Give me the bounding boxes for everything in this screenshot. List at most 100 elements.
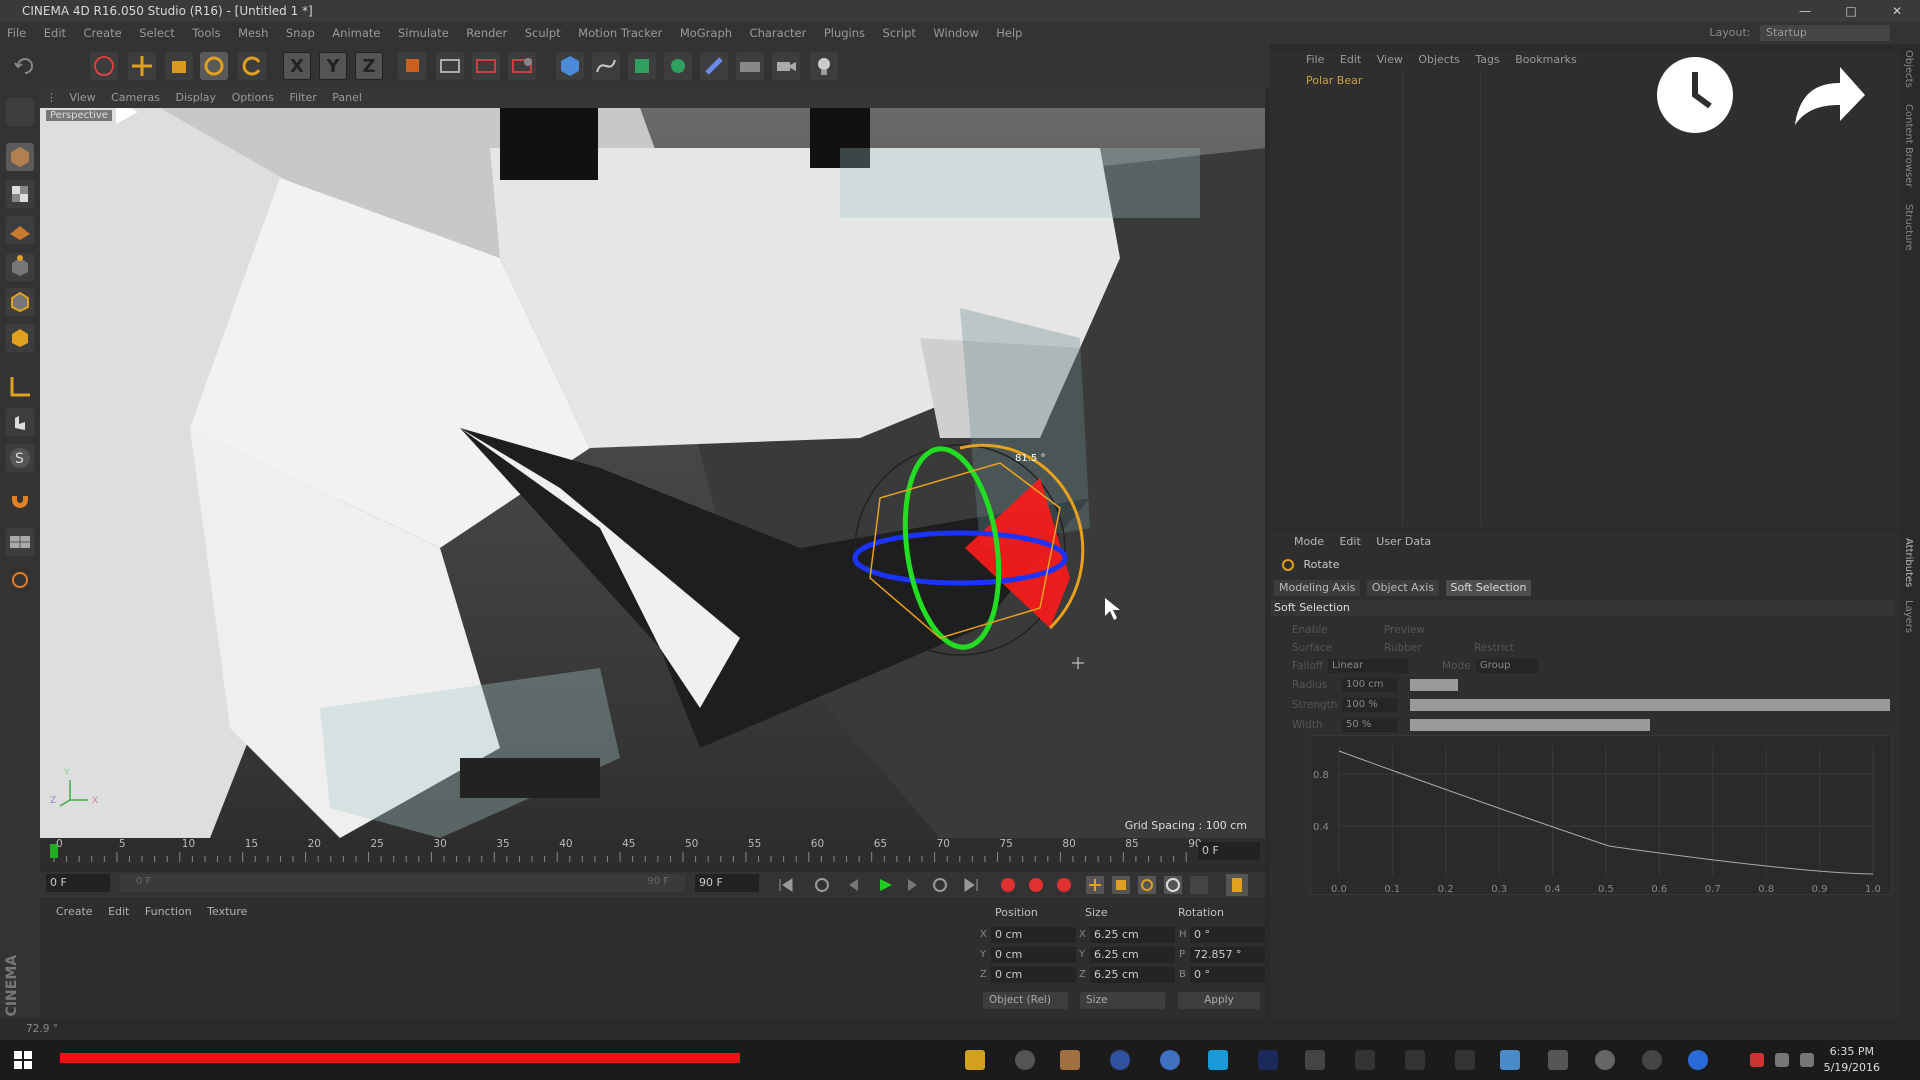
object-menu-file[interactable]: File [1300,50,1330,70]
snapping-icon[interactable]: S [6,444,34,472]
mode-dropdown[interactable]: Group [1476,659,1538,673]
cube-object-icon[interactable] [556,52,584,80]
object-menu-bookmarks[interactable]: Bookmarks [1509,50,1582,70]
workplane-mode-icon[interactable] [6,216,34,244]
timeline[interactable]: 0 5 10 15 20 25 30 35 40 45 50 55 60 65 70 75 80 85 90 0 F [40,838,1265,864]
surface-checkbox[interactable]: Surface [1292,640,1332,656]
points-mode-icon[interactable] [6,253,34,281]
rotation-p-field[interactable]: 72.857 ° [1190,947,1265,963]
apply-button[interactable]: Apply [1178,992,1260,1009]
app-icon[interactable] [1455,1050,1475,1070]
falloff-dropdown[interactable]: Linear [1328,659,1408,673]
layout-dropdown[interactable]: Startup [1760,25,1890,41]
width-slider[interactable] [1410,719,1650,731]
tab-soft-selection[interactable]: Soft Selection [1445,580,1532,596]
tab-attributes[interactable]: Attributes [1903,538,1914,587]
texture-mode-icon[interactable] [6,180,34,208]
maximize-button[interactable]: □ [1828,0,1874,22]
magnet-icon[interactable] [6,488,34,516]
app-icon[interactable] [1500,1050,1520,1070]
menu-mesh[interactable]: Mesh [231,22,275,44]
radius-slider[interactable] [1410,679,1458,691]
menu-plugins[interactable]: Plugins [817,22,872,44]
tab-content-browser[interactable]: Content Browser [1903,104,1914,187]
position-z-field[interactable]: 0 cm [991,967,1076,983]
tab-modeling-axis[interactable]: Modeling Axis [1274,580,1361,596]
axis-mode-icon[interactable] [6,373,34,401]
object-menu-edit[interactable]: Edit [1334,50,1367,70]
3d-viewport[interactable]: Perspective 81.5 ° Y Z X Grid Spacing : … [40,108,1265,838]
menu-tools[interactable]: Tools [185,22,227,44]
y-axis-lock-button[interactable]: Y [319,52,347,80]
size-y-field[interactable]: 6.25 cm [1090,947,1175,963]
mail-icon[interactable] [1305,1050,1325,1070]
app-icon[interactable] [1060,1050,1080,1070]
recent-tools-icon[interactable] [238,52,266,80]
subdivision-surface-icon[interactable] [628,52,656,80]
menu-motion-tracker[interactable]: Motion Tracker [571,22,669,44]
play-overlay-icon[interactable] [112,108,142,128]
menu-simulate[interactable]: Simulate [391,22,456,44]
locked-workplane-icon[interactable] [6,566,34,594]
size-z-field[interactable]: 6.25 cm [1090,967,1175,983]
make-editable-icon[interactable] [6,98,34,126]
viewport-menu-filter[interactable]: Filter [284,88,323,108]
material-menu-create[interactable]: Create [50,900,99,924]
menu-render[interactable]: Render [459,22,514,44]
enable-checkbox[interactable]: Enable [1292,622,1328,638]
polygons-mode-icon[interactable] [6,324,34,352]
menu-snap[interactable]: Snap [279,22,322,44]
app-icon[interactable] [1355,1050,1375,1070]
tab-structure[interactable]: Structure [1903,204,1914,251]
attribute-menu-edit[interactable]: Edit [1333,532,1366,552]
share-overlay-icon[interactable] [1780,55,1870,135]
object-menu-objects[interactable]: Objects [1412,50,1466,70]
rotation-h-field[interactable]: 0 ° [1190,927,1265,943]
rotate-tool-icon[interactable] [200,52,228,80]
model-mode-icon[interactable] [6,143,34,171]
video-progress-bar[interactable] [60,1053,740,1063]
coordinate-mode-dropdown[interactable]: Object (Rel) [983,992,1068,1009]
x-axis-lock-button[interactable]: X [283,52,311,80]
tray-icon[interactable] [1750,1053,1764,1067]
deformer-icon[interactable] [700,52,728,80]
edges-mode-icon[interactable] [6,288,34,316]
windows-start-icon[interactable] [14,1051,32,1069]
itunes-icon[interactable] [1595,1050,1615,1070]
move-tool-icon[interactable] [128,52,156,80]
browser-icon[interactable] [1110,1050,1130,1070]
viewport-menu-cameras[interactable]: Cameras [105,88,166,108]
restrict-checkbox[interactable]: Restrict [1474,640,1514,656]
viewport-menu-options[interactable]: Options [226,88,280,108]
object-name[interactable]: Polar Bear [1306,74,1362,87]
tab-layers[interactable]: Layers [1903,600,1914,633]
start-frame-field[interactable]: 0 F [46,874,110,892]
end-frame-field[interactable]: 90 F [695,874,759,892]
volume-icon[interactable] [1775,1053,1789,1067]
menu-mograph[interactable]: MoGraph [673,22,739,44]
attribute-menu-user-data[interactable]: User Data [1370,532,1437,552]
size-mode-dropdown[interactable]: Size [1080,992,1165,1009]
live-selection-icon[interactable] [90,52,118,80]
menu-file[interactable]: File [0,22,33,44]
skype-icon[interactable] [1208,1050,1228,1070]
render-settings-icon[interactable] [508,52,536,80]
menu-sculpt[interactable]: Sculpt [518,22,568,44]
radius-field[interactable]: 100 cm [1342,678,1398,692]
cloner-icon[interactable] [664,52,692,80]
network-icon[interactable] [1800,1053,1814,1067]
floor-icon[interactable] [736,52,764,80]
app-icon[interactable] [1405,1050,1425,1070]
menu-animate[interactable]: Animate [325,22,387,44]
position-y-field[interactable]: 0 cm [991,947,1076,963]
light-icon[interactable] [810,52,838,80]
cinema4d-icon[interactable] [1160,1050,1180,1070]
preview-checkbox[interactable]: Preview [1384,622,1425,638]
z-axis-lock-button[interactable]: Z [355,52,383,80]
position-x-field[interactable]: 0 cm [991,927,1076,943]
render-picture-viewer-icon[interactable] [472,52,500,80]
spline-icon[interactable] [592,52,620,80]
width-field[interactable]: 50 % [1342,718,1398,732]
menu-create[interactable]: Create [77,22,129,44]
falloff-graph[interactable]: 0.0 0.1 0.2 0.3 0.4 0.5 0.6 0.7 0.8 0.9 1.0 0.8 0.4 [1310,735,1892,895]
